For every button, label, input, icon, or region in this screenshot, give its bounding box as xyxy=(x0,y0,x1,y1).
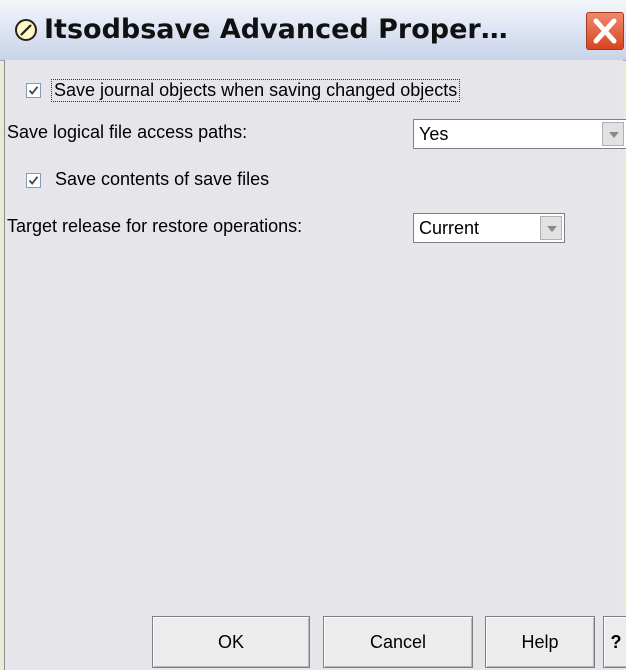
save-files-checkbox[interactable] xyxy=(26,173,41,188)
access-paths-dropdown-button[interactable] xyxy=(602,122,624,146)
target-release-select[interactable]: Current xyxy=(413,213,565,243)
target-release-value: Current xyxy=(419,218,480,238)
ok-button[interactable]: OK xyxy=(152,616,310,668)
dialog-content: Save journal objects when saving changed… xyxy=(4,60,626,670)
app-icon xyxy=(15,19,37,41)
cancel-button[interactable]: Cancel xyxy=(323,616,473,668)
save-journal-checkbox[interactable] xyxy=(26,83,41,98)
target-release-label: Target release for restore operations: xyxy=(7,216,303,236)
access-paths-label: Save logical file access paths: xyxy=(7,122,248,142)
chevron-down-icon xyxy=(609,132,619,138)
access-paths-value: Yes xyxy=(419,124,449,144)
dialog-window: Itsodbsave Advanced Proper… Save journal… xyxy=(0,0,626,670)
title-bar[interactable]: Itsodbsave Advanced Proper… xyxy=(0,0,626,61)
help-button[interactable]: Help xyxy=(485,616,595,668)
whats-this-button[interactable]: ? xyxy=(603,616,626,668)
window-title: Itsodbsave Advanced Proper… xyxy=(44,14,508,45)
checkmark-icon xyxy=(28,86,39,95)
close-icon xyxy=(593,18,617,44)
target-release-dropdown-button[interactable] xyxy=(540,216,562,240)
chevron-down-icon xyxy=(547,226,557,232)
save-journal-label[interactable]: Save journal objects when saving changed… xyxy=(51,79,461,102)
save-files-label[interactable]: Save contents of save files xyxy=(55,169,269,190)
access-paths-select[interactable]: Yes xyxy=(413,119,626,149)
checkmark-icon xyxy=(28,176,39,185)
close-button[interactable] xyxy=(586,12,624,50)
